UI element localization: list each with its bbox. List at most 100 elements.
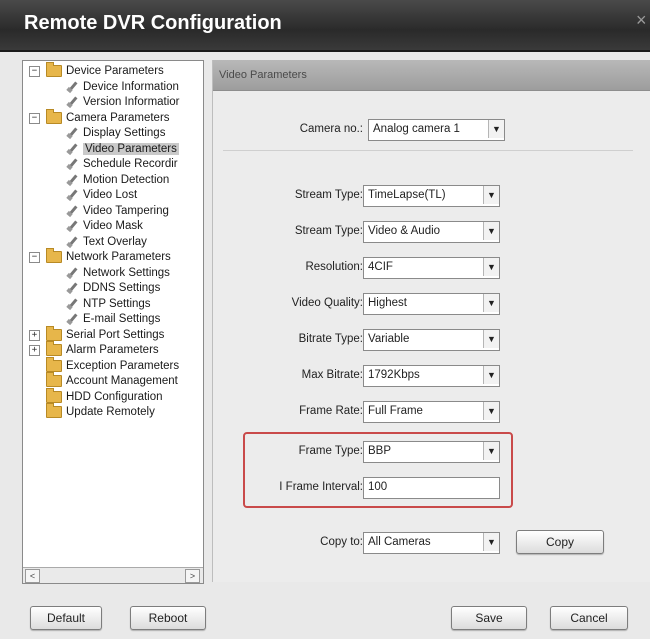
tree-horizontal-scrollbar[interactable]: < >	[23, 567, 203, 583]
stream-type-av-select[interactable]: Video & Audio ▼	[363, 221, 500, 243]
tree-item-device-information[interactable]: Device Information	[66, 79, 179, 95]
tree-item-ntp-settings[interactable]: NTP Settings	[66, 296, 151, 312]
frame-rate-label: Frame Rate:	[299, 405, 363, 417]
settings-page-icon	[66, 81, 78, 93]
tree-item-version-informatior[interactable]: Version Informatior	[66, 94, 180, 110]
folder-icon	[46, 402, 62, 418]
bitrate-type-label: Bitrate Type:	[298, 333, 363, 345]
tree-item-video-parameters[interactable]: Video Parameters	[66, 141, 179, 157]
tree-item-network-settings[interactable]: Network Settings	[66, 265, 170, 281]
close-icon[interactable]: ×	[636, 10, 650, 34]
dvr-config-window: Remote DVR Configuration × Update Remote…	[0, 0, 650, 639]
bitrate-type-select[interactable]: Variable ▼	[363, 329, 500, 351]
frame-type-value: BBP	[368, 445, 392, 457]
settings-page-icon	[66, 220, 78, 232]
tree-item-account-management[interactable]: Account Management	[46, 371, 178, 389]
chevron-down-icon: ▼	[483, 442, 499, 460]
panel-header: Video Parameters	[213, 60, 650, 91]
chevron-down-icon: ▼	[483, 533, 499, 551]
tree-item-ddns-settings[interactable]: DDNS Settings	[66, 280, 160, 296]
tree-item-label: Video Tampering	[83, 205, 169, 217]
tree-item-video-mask[interactable]: Video Mask	[66, 218, 143, 234]
stream-type-select[interactable]: TimeLapse(TL) ▼	[363, 185, 500, 207]
video-quality-label: Video Quality:	[291, 297, 363, 309]
stream-type-av-label: Stream Type:	[294, 225, 363, 237]
tree-item-label: Motion Detection	[83, 174, 170, 186]
folder-icon	[46, 387, 62, 403]
tree-item-exception-parameters[interactable]: Exception Parameters	[46, 356, 180, 374]
i-frame-interval-value: 100	[368, 481, 388, 493]
tree-item-label: Exception Parameters	[66, 360, 180, 372]
tree-item-update-remotely[interactable]: Update Remotely	[46, 402, 155, 420]
tree-item-label: Network Parameters	[66, 251, 171, 263]
camera-no-select[interactable]: Analog camera 1 ▼	[368, 119, 505, 141]
tree-item-text-overlay[interactable]: Text Overlay	[66, 234, 147, 250]
cancel-button[interactable]: Cancel	[550, 606, 628, 630]
folder-icon	[46, 356, 62, 372]
tree-item-label: Alarm Parameters	[66, 344, 159, 356]
tree-item-label: Video Lost	[83, 189, 138, 201]
settings-page-icon	[66, 205, 78, 217]
bitrate-type-value: Variable	[368, 333, 410, 345]
frame-type-select[interactable]: BBP ▼	[363, 441, 500, 463]
tree-item-hdd-configuration[interactable]: HDD Configuration	[46, 387, 163, 405]
settings-page-icon	[66, 189, 78, 201]
tree-item-alarm-parameters[interactable]: + Alarm Parameters	[29, 340, 159, 358]
tree-item-label: Version Informatior	[83, 96, 180, 108]
frame-type-label: Frame Type:	[298, 445, 363, 457]
copy-button[interactable]: Copy	[516, 530, 604, 554]
reboot-button[interactable]: Reboot	[130, 606, 206, 630]
save-button[interactable]: Save	[451, 606, 527, 630]
tree-item-label: Video Parameters	[83, 143, 179, 155]
frame-rate-value: Full Frame	[368, 405, 423, 417]
chevron-down-icon: ▼	[483, 402, 499, 420]
folder-icon	[46, 108, 62, 124]
tree-item-video-lost[interactable]: Video Lost	[66, 187, 137, 203]
tree-item-network-parameters[interactable]: − Network Parameters	[29, 247, 171, 265]
stream-type-av-value: Video & Audio	[368, 225, 441, 237]
folder-icon	[46, 61, 62, 77]
chevron-down-icon: ▼	[483, 222, 499, 240]
tree-item-label: Video Mask	[83, 220, 143, 232]
tree-item-motion-detection[interactable]: Motion Detection	[66, 172, 169, 188]
default-button[interactable]: Default	[30, 606, 102, 630]
resolution-select[interactable]: 4CIF ▼	[363, 257, 500, 279]
video-quality-select[interactable]: Highest ▼	[363, 293, 500, 315]
tree-item-label: Serial Port Settings	[66, 329, 165, 341]
tree-item-label: E-mail Settings	[83, 313, 161, 325]
max-bitrate-value: 1792Kbps	[368, 369, 420, 381]
tree-item-label: Network Settings	[83, 267, 170, 279]
tree-item-label: Text Overlay	[83, 236, 147, 248]
max-bitrate-select[interactable]: 1792Kbps ▼	[363, 365, 500, 387]
settings-page-icon	[66, 127, 78, 139]
resolution-value: 4CIF	[368, 261, 393, 273]
collapse-icon[interactable]: −	[29, 113, 40, 124]
tree-item-device-parameters[interactable]: − Device Parameters	[29, 61, 164, 79]
camera-no-value: Analog camera 1	[373, 123, 460, 135]
settings-page-icon	[66, 298, 78, 310]
collapse-icon[interactable]: −	[29, 252, 40, 263]
tree-item-display-settings[interactable]: Display Settings	[66, 125, 165, 141]
tree-item-serial-port-settings[interactable]: + Serial Port Settings	[29, 325, 165, 343]
config-tree: Update Remotely HDD Configuration Account …	[22, 60, 204, 584]
folder-icon	[46, 325, 62, 341]
tree-item-label: NTP Settings	[83, 298, 151, 310]
expand-icon[interactable]: +	[29, 330, 40, 341]
tree-item-e-mail-settings[interactable]: E-mail Settings	[66, 311, 160, 327]
tree-item-schedule-recordir[interactable]: Schedule Recordir	[66, 156, 178, 172]
chevron-down-icon: ▼	[483, 330, 499, 348]
chevron-down-icon: ▼	[488, 120, 504, 138]
expand-icon[interactable]: +	[29, 345, 40, 356]
frame-rate-select[interactable]: Full Frame ▼	[363, 401, 500, 423]
chevron-down-icon: ▼	[483, 366, 499, 384]
video-quality-value: Highest	[368, 297, 407, 309]
collapse-icon[interactable]: −	[29, 66, 40, 77]
scroll-left-icon[interactable]: <	[25, 569, 40, 583]
copy-to-select[interactable]: All Cameras ▼	[363, 532, 500, 554]
tree-item-camera-parameters[interactable]: − Camera Parameters	[29, 108, 170, 126]
folder-icon	[46, 247, 62, 263]
settings-page-icon	[66, 174, 78, 186]
i-frame-interval-input[interactable]: 100	[363, 477, 500, 499]
tree-item-video-tampering[interactable]: Video Tampering	[66, 203, 169, 219]
scroll-right-icon[interactable]: >	[185, 569, 200, 583]
